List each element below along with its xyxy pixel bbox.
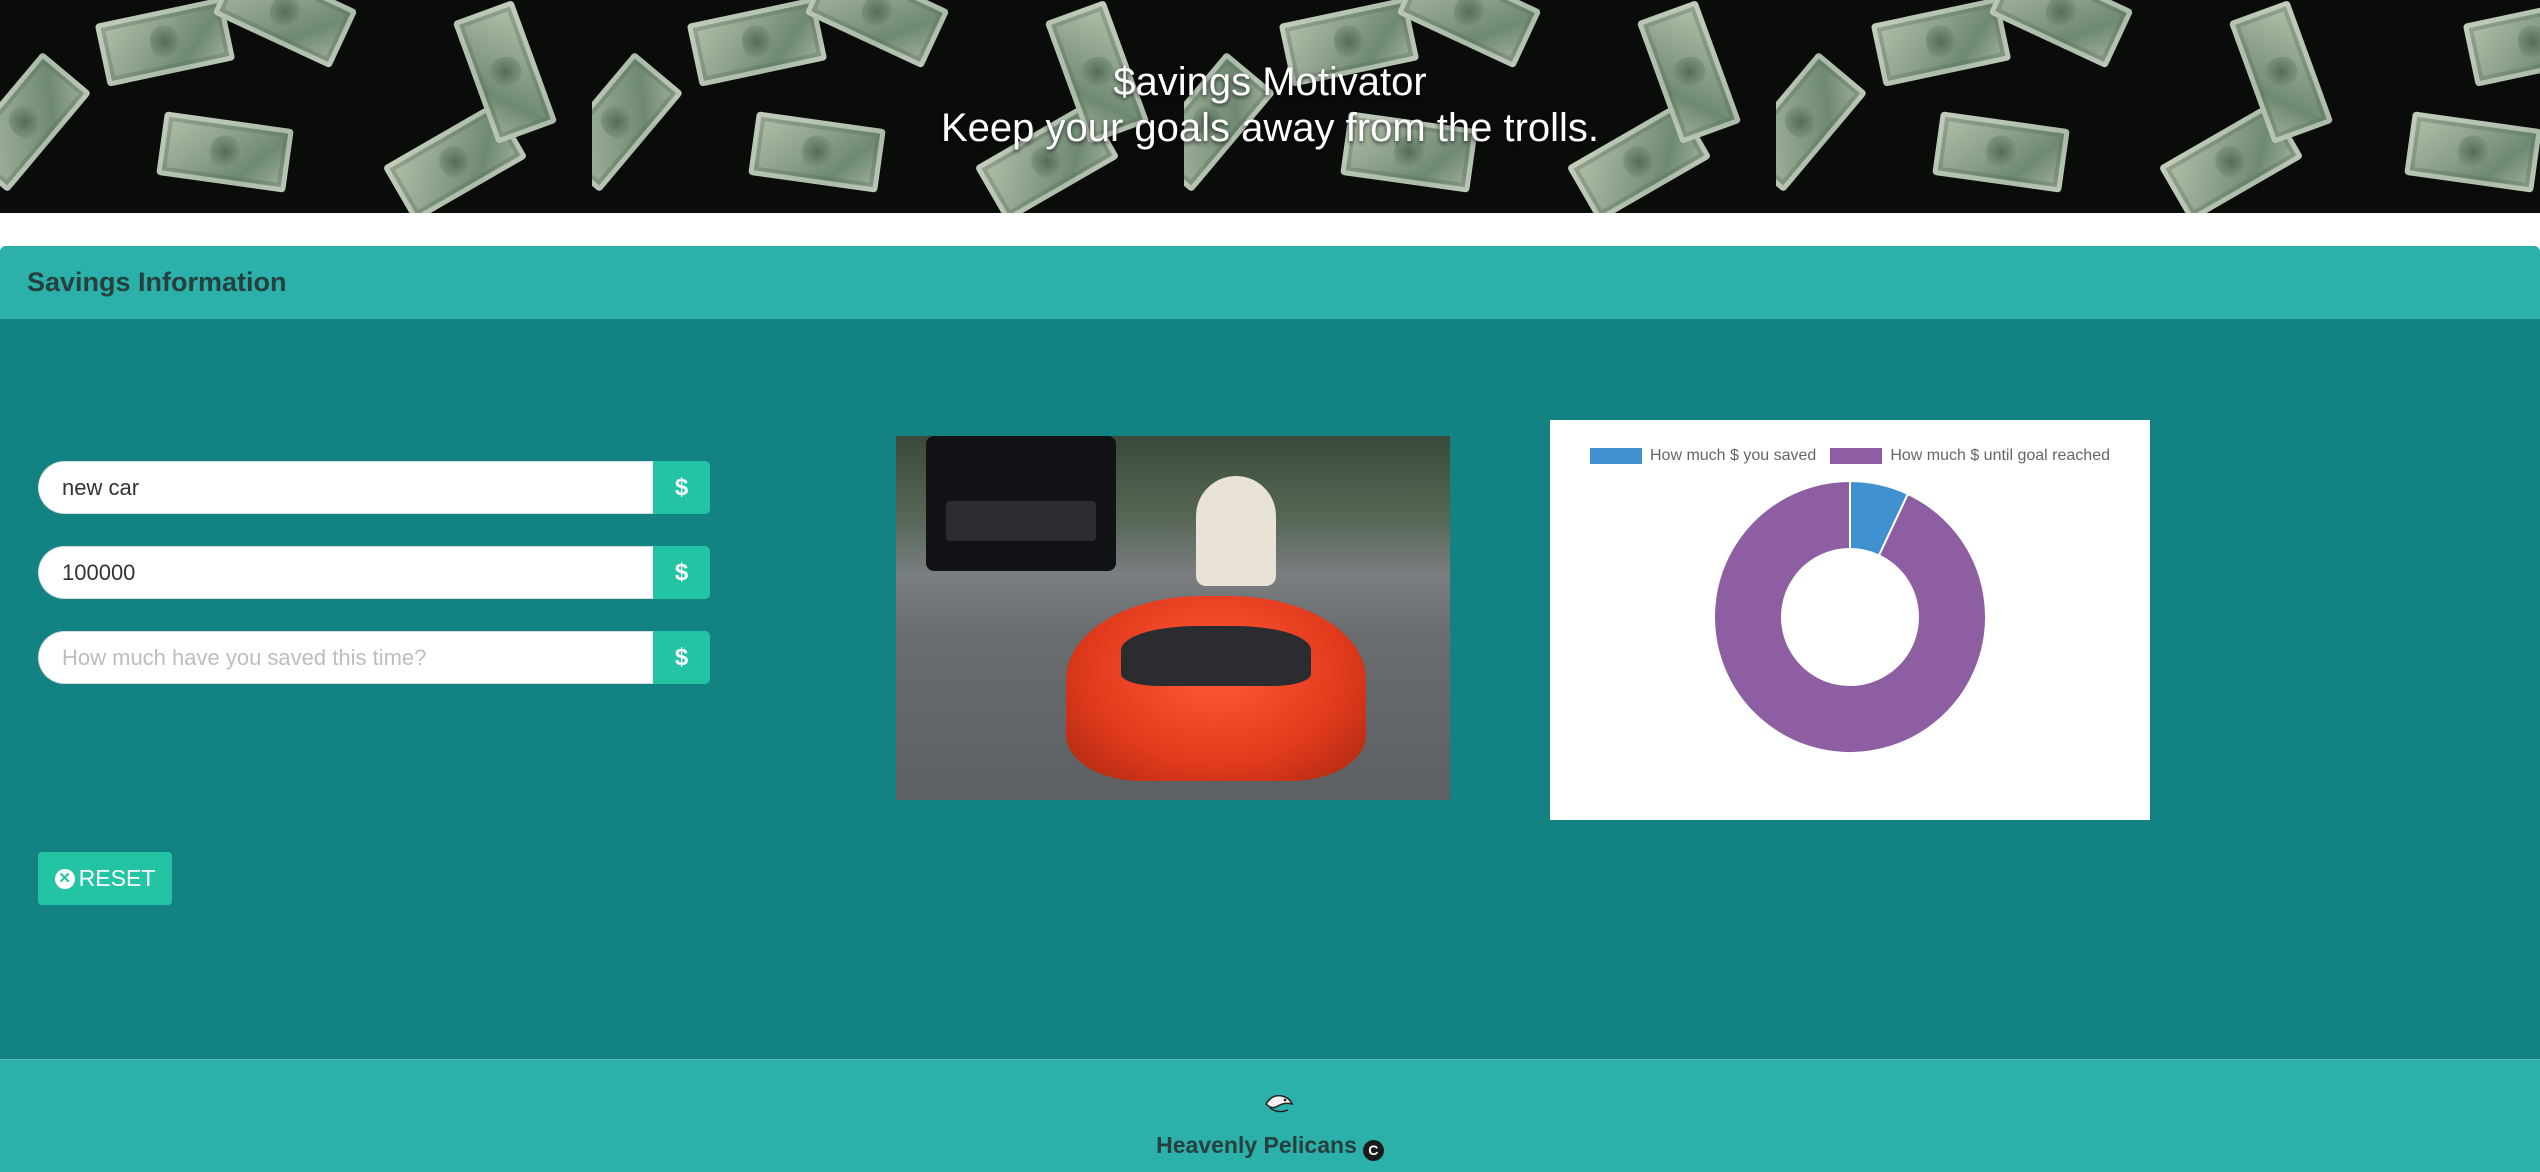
savings-panel: Savings Information $ $ $ ✕ RESET How mu…	[0, 246, 2540, 1059]
dollar-addon: $	[653, 631, 710, 684]
goal-name-field: $	[38, 461, 710, 514]
saved-amount-input[interactable]	[38, 631, 653, 684]
hero-banner: $avings Motivator Keep your goals away f…	[0, 0, 2540, 213]
doughnut-chart	[1713, 479, 1987, 754]
slice-remaining[interactable]	[1713, 479, 1987, 754]
savings-chart: How much $ you saved How much $ until go…	[1550, 420, 2150, 820]
reset-label: RESET	[78, 865, 156, 891]
goal-amount-input[interactable]	[38, 546, 653, 599]
footer: Heavenly Pelicans C	[0, 1059, 2540, 1172]
app-subtitle: Keep your goals away from the trolls.	[940, 106, 1600, 150]
footer-credit: Heavenly Pelicans C	[0, 1132, 2540, 1161]
pelican-logo-icon	[1265, 1094, 1294, 1113]
dollar-addon: $	[653, 546, 710, 599]
goal-name-input[interactable]	[38, 461, 653, 514]
reset-button[interactable]: ✕ RESET	[38, 852, 172, 905]
panel-title: Savings Information	[27, 267, 287, 297]
motivation-gif	[896, 436, 1450, 800]
footer-credit-text: Heavenly Pelicans	[1156, 1132, 1357, 1158]
app-title: $avings Motivator	[1113, 60, 1427, 104]
goal-amount-field: $	[38, 546, 710, 599]
panel-header: Savings Information	[0, 246, 2540, 319]
close-circle-icon: ✕	[54, 868, 75, 889]
dollar-addon: $	[653, 461, 710, 514]
copyright-icon: C	[1362, 1139, 1384, 1161]
saved-amount-field: $	[38, 631, 710, 684]
